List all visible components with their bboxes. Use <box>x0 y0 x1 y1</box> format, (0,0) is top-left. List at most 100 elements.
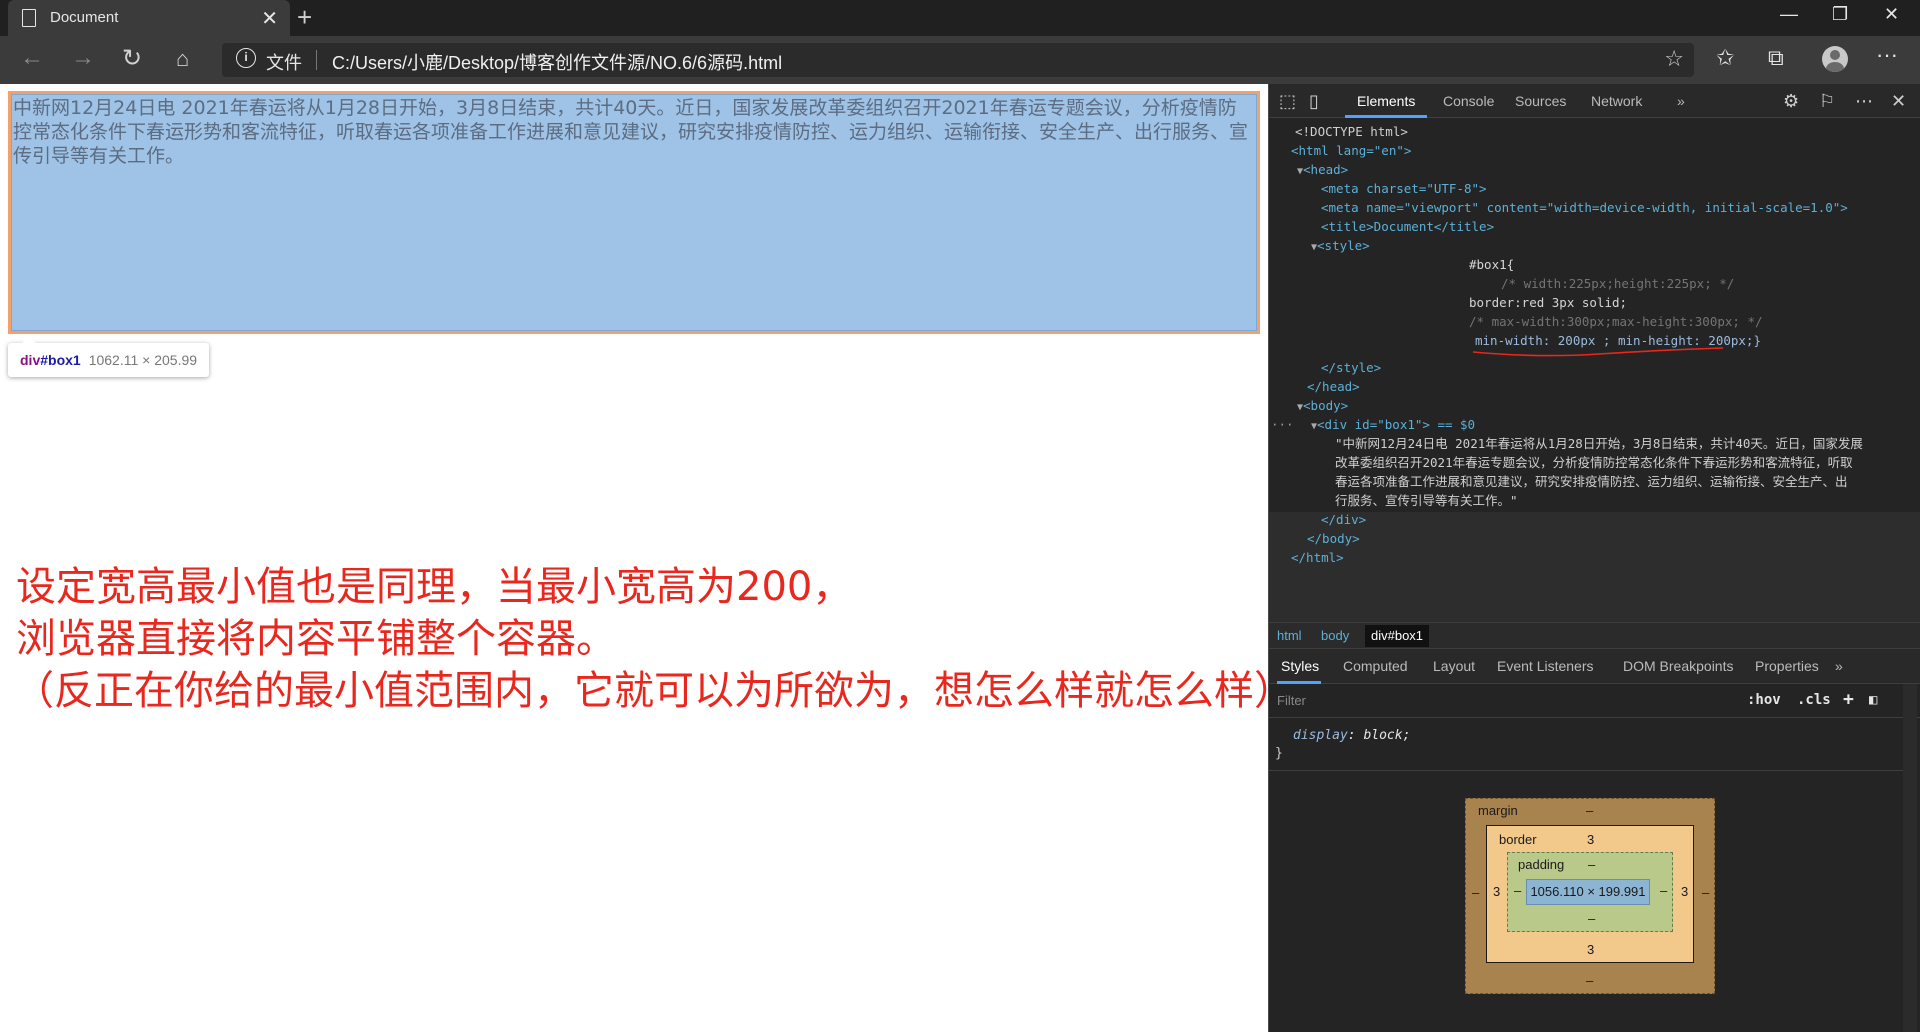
annotation-line-3: （反正在你给的最小值范围内，它就可以为所欲为，想怎么样就怎么样） <box>14 668 1268 714</box>
border-right[interactable]: 3 <box>1681 884 1688 899</box>
hov-button[interactable]: :hov <box>1747 692 1781 708</box>
dom-html-close[interactable]: </html> <box>1291 548 1344 567</box>
dom-style-close[interactable]: </style> <box>1321 358 1381 377</box>
dom-div-open: <div id="box1"> == $0 <box>1317 417 1476 432</box>
favorites-icon[interactable]: ✩ <box>1716 45 1734 71</box>
subtab-layout[interactable]: Layout <box>1433 658 1475 674</box>
profile-avatar[interactable] <box>1822 46 1848 72</box>
dom-head-close[interactable]: </head> <box>1307 377 1360 396</box>
home-icon[interactable]: ⌂ <box>176 46 189 72</box>
tooltip-id: #box1 <box>40 352 81 368</box>
tooltip-dims: 1062.11 × 205.99 <box>88 352 198 368</box>
box1-text: 中新网12月24日电 2021年春运将从1月28日开始，3月8日结束，共计40天… <box>13 97 1249 167</box>
tab-console[interactable]: Console <box>1443 93 1494 109</box>
dom-style-row[interactable]: ▼<style> <box>1311 236 1370 257</box>
padding-left[interactable]: – <box>1514 883 1521 898</box>
collections-icon[interactable]: ⧉ <box>1768 45 1784 71</box>
new-rule-icon[interactable]: + <box>1843 689 1854 710</box>
tab-network[interactable]: Network <box>1591 93 1642 109</box>
filter-input[interactable]: Filter <box>1277 693 1306 708</box>
tooltip-tag: div <box>20 352 41 368</box>
box1-div[interactable]: 中新网12月24日电 2021年春运将从1月28日开始，3月8日结束，共计40天… <box>8 91 1260 334</box>
border-bottom[interactable]: 3 <box>1587 942 1594 957</box>
cls-button[interactable]: .cls <box>1797 692 1831 708</box>
styles-subtabs: Styles Computed Layout Event Listeners D… <box>1269 649 1920 684</box>
crumb-html[interactable]: html <box>1277 628 1302 643</box>
feedback-icon[interactable]: ⚐ <box>1819 91 1835 112</box>
rule-divider <box>1269 770 1903 771</box>
dom-div-row[interactable]: ▼<div id="box1"> == $0 <box>1311 415 1475 436</box>
dom-doctype[interactable]: <!DOCTYPE html> <box>1295 122 1408 141</box>
dom-text-line-3: 春运各项准备工作进展和意见建议，研究安排疫情防控、运力组织、运输衔接、安全生产、… <box>1335 474 1848 489</box>
page-icon <box>22 9 36 27</box>
styles-filter-bar: Filter :hov .cls + ◧ <box>1269 684 1920 718</box>
margin-left[interactable]: – <box>1472 885 1479 900</box>
more-subtabs-icon[interactable]: » <box>1835 658 1843 674</box>
crumb-div-box1[interactable]: div#box1 <box>1365 625 1430 647</box>
padding-top[interactable]: – <box>1588 857 1595 872</box>
tab-elements[interactable]: Elements <box>1357 93 1415 109</box>
refresh-icon[interactable]: ↻ <box>122 44 142 73</box>
red-underline-annotation <box>1472 347 1724 357</box>
box-model-content[interactable]: 1056.110 × 199.991 <box>1526 879 1650 905</box>
new-tab-button[interactable]: + <box>297 2 312 33</box>
annotation-line-1: 设定宽高最小值也是同理，当最小宽高为200， <box>16 564 853 610</box>
restore-icon[interactable]: ❐ <box>1832 4 1848 25</box>
dom-meta-viewport[interactable]: <meta name="viewport" content="width=dev… <box>1321 198 1848 217</box>
device-toolbar-icon[interactable]: ▯ <box>1309 91 1319 112</box>
minimize-icon[interactable]: — <box>1780 4 1798 25</box>
site-label: 文件 <box>266 53 302 73</box>
inspect-tooltip: div#box1 1062.11 × 205.99 <box>8 336 210 377</box>
more-tabs-icon[interactable]: » <box>1677 93 1685 109</box>
box-model-border: border 3 3 3 3 padding – – – – 1056.110 … <box>1486 825 1694 963</box>
page-viewport: 中新网12月24日电 2021年春运将从1月28日开始，3月8日结束，共计40天… <box>0 84 1268 1032</box>
dom-text-line-4: 行服务、宣传引导等有关工作。" <box>1335 493 1518 508</box>
settings-gear-icon[interactable]: ⚙ <box>1783 91 1799 112</box>
style-declaration[interactable]: display: block; <box>1293 728 1410 743</box>
dom-body-close[interactable]: </body> <box>1307 529 1360 548</box>
subtab-styles[interactable]: Styles <box>1281 658 1319 674</box>
dom-div-close[interactable]: </div> <box>1321 510 1366 529</box>
devtools-toolbar: ⬚ ▯ Elements Console Sources Network » ⚙… <box>1269 84 1920 118</box>
dom-head-open: <head> <box>1303 162 1349 177</box>
dom-meta-charset[interactable]: <meta charset="UTF-8"> <box>1321 179 1487 198</box>
forward-icon[interactable]: → <box>71 44 95 72</box>
close-tab-icon[interactable]: ✕ <box>261 6 278 31</box>
devtools-menu-icon[interactable]: ⋯ <box>1855 91 1873 112</box>
margin-right[interactable]: – <box>1702 885 1709 900</box>
subtab-event-listeners[interactable]: Event Listeners <box>1497 658 1594 674</box>
node-ellipsis-icon[interactable]: ··· <box>1271 415 1294 434</box>
browser-tab[interactable]: Document ✕ <box>8 0 290 36</box>
dom-head-row[interactable]: ▼<head> <box>1297 160 1348 181</box>
close-devtools-icon[interactable]: ✕ <box>1891 91 1906 112</box>
styles-scrollbar[interactable] <box>1903 684 1917 1032</box>
margin-top[interactable]: – <box>1586 803 1593 818</box>
dom-body-row[interactable]: ▼<body> <box>1297 396 1348 417</box>
padding-right[interactable]: – <box>1660 883 1667 898</box>
url-text[interactable]: C:/Users/小鹿/Desktop/博客创作文件源/NO.6/6源码.htm… <box>332 49 782 75</box>
inspect-element-icon[interactable]: ⬚ <box>1279 91 1296 112</box>
tab-sources[interactable]: Sources <box>1515 93 1566 109</box>
favorite-star-icon[interactable]: ☆ <box>1664 46 1684 72</box>
address-bar[interactable]: i 文件 C:/Users/小鹿/Desktop/博客创作文件源/NO.6/6源… <box>222 43 1694 77</box>
dom-html-open[interactable]: <html lang="en"> <box>1291 141 1411 160</box>
subtab-dom-breakpoints[interactable]: DOM Breakpoints <box>1623 658 1733 674</box>
toggle-sidebar-icon[interactable]: ◧ <box>1869 692 1877 708</box>
crumb-body[interactable]: body <box>1321 628 1349 643</box>
devtools-panel: ⬚ ▯ Elements Console Sources Network » ⚙… <box>1268 84 1920 1032</box>
annotation-line-2: 浏览器直接将内容平铺整个容器。 <box>16 616 616 662</box>
dom-text-line-2: 改革委组织召开2021年春运专题会议，分析疫情防控常态化条件下春运形势和客流特征… <box>1335 455 1853 470</box>
margin-bottom[interactable]: – <box>1586 973 1593 988</box>
subtab-properties[interactable]: Properties <box>1755 658 1819 674</box>
css-line-3: border:red 3px solid; <box>1469 295 1628 310</box>
info-icon[interactable]: i <box>236 48 256 68</box>
padding-bottom[interactable]: – <box>1588 911 1595 926</box>
back-icon[interactable]: ← <box>20 44 44 72</box>
border-left[interactable]: 3 <box>1493 884 1500 899</box>
border-top[interactable]: 3 <box>1587 832 1594 847</box>
dom-title[interactable]: <title>Document</title> <box>1321 217 1494 236</box>
subtab-computed[interactable]: Computed <box>1343 658 1408 674</box>
close-window-icon[interactable]: ✕ <box>1884 4 1899 25</box>
more-menu-icon[interactable]: ··· <box>1876 42 1898 68</box>
navigation-bar: ← → ↻ ⌂ i 文件 C:/Users/小鹿/Desktop/博客创作文件源… <box>0 36 1920 84</box>
